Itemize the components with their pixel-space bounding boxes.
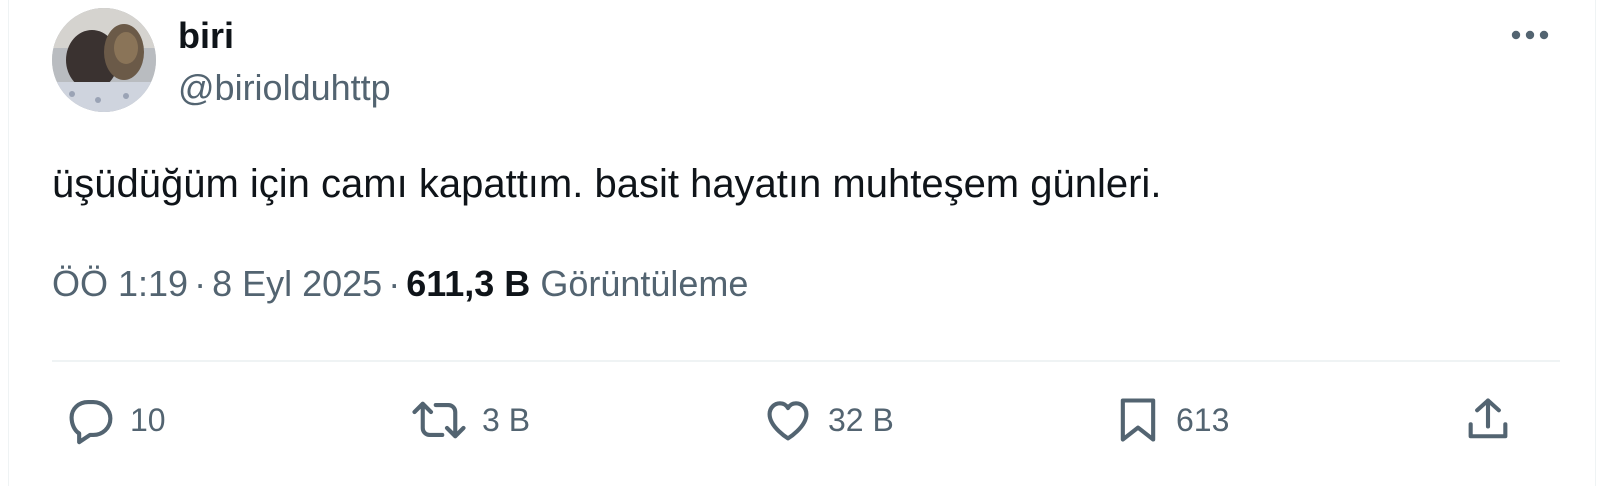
share-button[interactable] [1462, 394, 1514, 446]
like-button[interactable]: 32 B [762, 394, 894, 446]
tweet-time[interactable]: ÖÖ 1:19 [52, 263, 188, 304]
tweet-card: biri @birioldu​http üşüdüğüm için camı k… [0, 0, 1604, 486]
reply-icon [69, 399, 113, 445]
card-border-left [8, 0, 9, 486]
reply-count: 10 [130, 402, 166, 438]
display-name[interactable]: biri [178, 14, 234, 58]
views-count: 611,3 B [406, 263, 531, 304]
divider [52, 360, 1560, 362]
tweet-meta: ÖÖ 1:19 · 8 Eyl 2025 · 611,3 B Görüntüleme [52, 262, 748, 306]
meta-separator: · [388, 263, 401, 304]
avatar[interactable] [52, 8, 156, 112]
retweet-count: 3 B [482, 402, 531, 438]
heart-icon [767, 401, 809, 441]
retweet-icon [412, 401, 466, 439]
tweet-date[interactable]: 8 Eyl 2025 [212, 263, 382, 304]
meta-separator: · [194, 263, 207, 304]
bookmark-button[interactable]: 613 [1114, 394, 1229, 446]
more-options-button[interactable] [1508, 20, 1552, 50]
share-icon [1468, 398, 1508, 439]
tweet-text: üşüdüğüm için camı kapattım. basit hayat… [52, 162, 1162, 206]
card-border-right [1595, 0, 1596, 486]
more-horizontal-icon [1511, 30, 1549, 40]
retweet-button[interactable]: 3 B [410, 394, 530, 446]
like-count: 32 B [828, 402, 894, 438]
user-handle[interactable]: @birioldu​http [178, 66, 391, 110]
reply-button[interactable]: 10 [64, 394, 166, 446]
views-label: Görüntüleme [540, 263, 749, 304]
bookmark-count: 613 [1176, 402, 1230, 438]
bookmark-icon [1120, 398, 1156, 442]
